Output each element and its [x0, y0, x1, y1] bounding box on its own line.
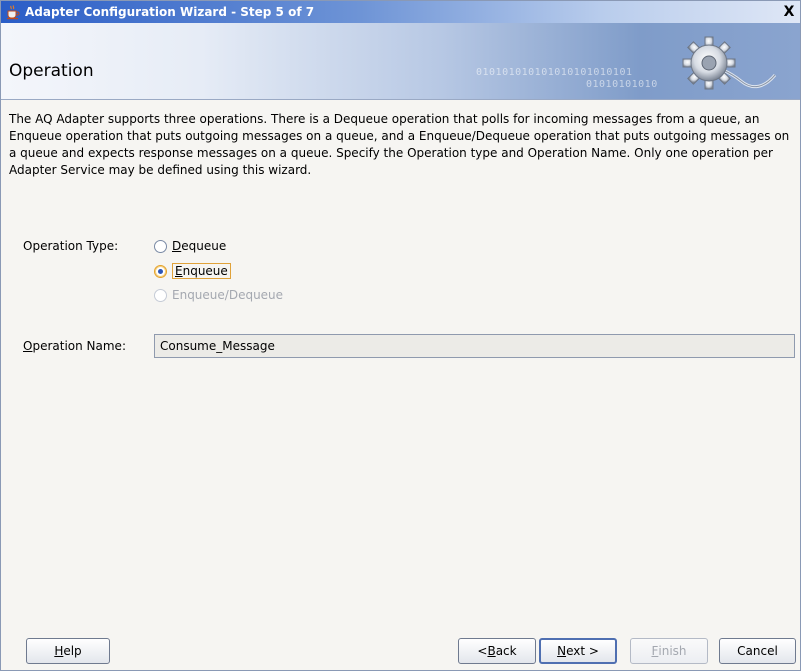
back-button[interactable]: < Back: [458, 638, 536, 664]
operation-type-label: Operation Type:: [23, 239, 119, 253]
radio-label-enqueue-dequeue: Enqueue/Dequeue: [172, 288, 284, 302]
next-button[interactable]: Next >: [539, 638, 617, 664]
radio-button-selected[interactable]: [154, 264, 167, 278]
finish-button: Finish: [630, 638, 708, 664]
radio-enqueue[interactable]: Enqueue: [154, 263, 231, 279]
cancel-button[interactable]: Cancel: [719, 638, 796, 664]
radio-label-enqueue: Enqueue: [172, 263, 231, 279]
close-button[interactable]: X: [780, 3, 798, 21]
radio-enqueue-dequeue: Enqueue/Dequeue: [154, 288, 283, 302]
operation-name-input[interactable]: [154, 334, 795, 358]
gear-plug-icon: [682, 36, 777, 90]
coffee-cup-icon: [5, 4, 21, 20]
banner-binary-text: 010101010101010101010101: [476, 67, 633, 78]
description-text: The AQ Adapter supports three operations…: [9, 112, 790, 177]
page-title: Operation: [9, 61, 94, 81]
window-title: Adapter Configuration Wizard - Step 5 of…: [25, 5, 315, 19]
wizard-window: Adapter Configuration Wizard - Step 5 of…: [0, 0, 801, 671]
operation-name-label: Operation Name:: [23, 339, 126, 353]
radio-label-dequeue: Dequeue: [172, 239, 227, 253]
help-button[interactable]: Help: [26, 638, 110, 664]
radio-button[interactable]: [154, 239, 167, 253]
radio-dequeue[interactable]: Dequeue: [154, 239, 226, 253]
banner-binary-text-2: 01010101010: [586, 79, 658, 90]
title-bar[interactable]: Adapter Configuration Wizard - Step 5 of…: [1, 1, 800, 23]
wizard-banner: Operation 010101010101010101010101 01010…: [1, 23, 800, 100]
radio-button-disabled: [154, 288, 167, 302]
